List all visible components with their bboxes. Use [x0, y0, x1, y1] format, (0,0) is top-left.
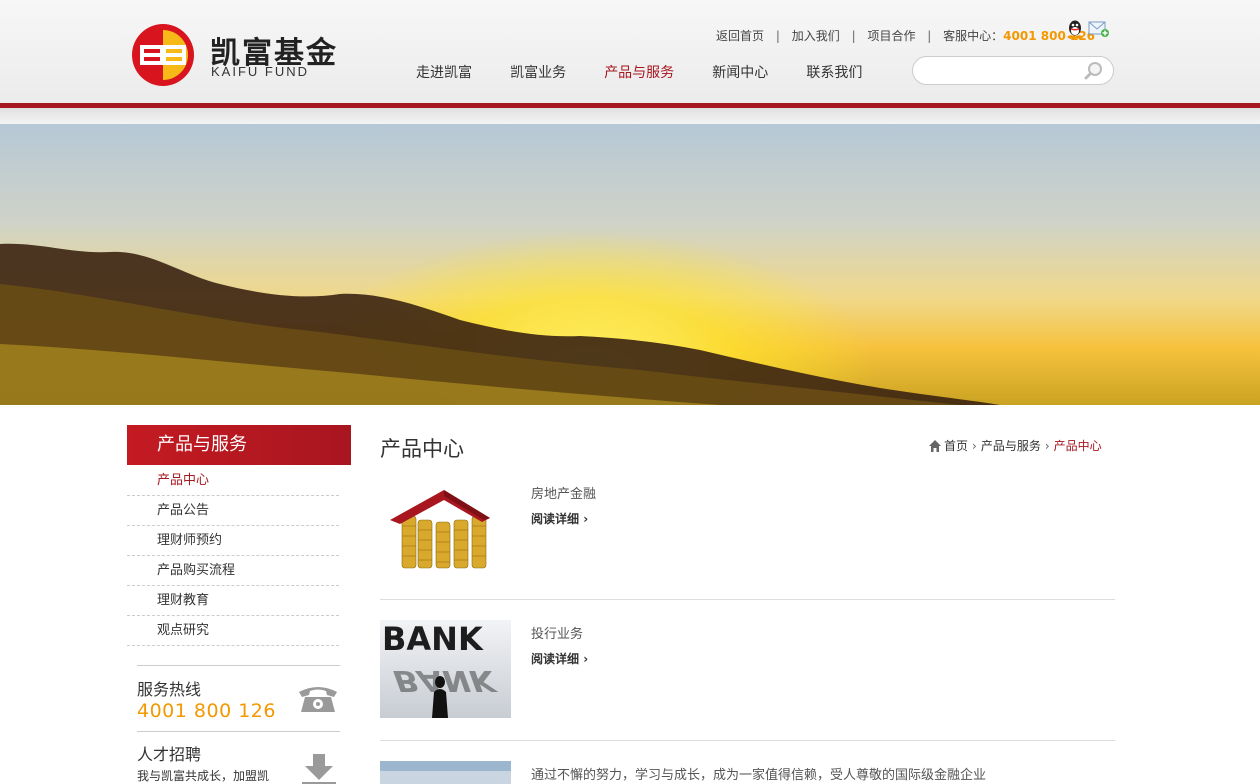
kaifu-logo-icon [132, 24, 194, 86]
nav-news[interactable]: 新闻中心 [712, 62, 768, 82]
header: 凯富基金 KAIFU FUND 返回首页 | 加入我们 | 项目合作 | 客服中… [0, 0, 1260, 124]
top-links: 返回首页 | 加入我们 | 项目合作 | 客服中心：4001 800 126 [716, 26, 1095, 44]
bank-image: BANK BANK [380, 620, 511, 718]
download-icon [302, 754, 336, 784]
brand-name-en: KAIFU FUND [211, 64, 309, 79]
header-shadow [0, 108, 1260, 124]
nav-about[interactable]: 走进凯富 [416, 62, 472, 82]
service-hotline-label: 服务热线 [137, 680, 202, 699]
telephone-icon [299, 687, 337, 712]
breadcrumb-current: 产品中心 [1053, 438, 1102, 453]
recruitment-label: 人才招聘 [137, 745, 202, 764]
coin-house-image [380, 480, 511, 578]
recruitment[interactable]: 人才招聘 我与凯富共成长，加盟凯 [137, 731, 340, 784]
separator: | [775, 28, 780, 43]
sidebar-item-research[interactable]: 观点研究 [127, 616, 339, 646]
logo[interactable]: 凯富基金 KAIFU FUND [130, 22, 345, 90]
divider [380, 740, 1115, 741]
list-item: 房地产金融 阅读详细 › [380, 480, 1115, 578]
sidebar-title: 产品与服务 [127, 425, 351, 465]
link-partner[interactable]: 项目合作 [867, 27, 915, 45]
home-icon [929, 439, 941, 452]
page-title: 产品中心 [380, 437, 464, 461]
product-name[interactable]: 房地产金融 [531, 483, 596, 502]
product-description[interactable]: 通过不懈的努力，学习与成长，成为一家值得信赖，受人尊敬的国际级金融企业 [531, 764, 986, 783]
read-more-link[interactable]: 阅读详细 › [531, 650, 588, 667]
breadcrumb-home[interactable]: 首页 [944, 438, 968, 454]
link-join[interactable]: 加入我们 [792, 27, 840, 45]
nav-products[interactable]: 产品与服务 [604, 62, 674, 82]
list-item: 通过不懈的努力，学习与成长，成为一家值得信赖，受人尊敬的国际级金融企业 [380, 761, 1115, 784]
sky-image [380, 761, 511, 784]
read-more-link[interactable]: 阅读详细 › [531, 510, 588, 527]
sidebar-menu: 产品中心 产品公告 理财师预约 产品购买流程 理财教育 观点研究 [127, 466, 339, 646]
product-thumbnail-house[interactable] [380, 480, 511, 578]
product-thumbnail-sky[interactable] [380, 761, 511, 784]
nav-business[interactable]: 凯富业务 [510, 62, 566, 82]
service-hotline-number: 4001 800 126 [137, 700, 276, 722]
service-hotline: 服务热线 4001 800 126 [137, 665, 340, 731]
breadcrumb-separator: › [972, 438, 977, 453]
breadcrumb-separator: › [1044, 438, 1050, 453]
breadcrumb: 首页 › 产品与服务 › 产品中心 [928, 437, 1118, 453]
sidebar-item-product-center[interactable]: 产品中心 [127, 466, 339, 496]
bank-text: BANK [382, 620, 484, 658]
qq-icon[interactable] [1066, 19, 1084, 39]
sunrise-landscape-image [0, 243, 1000, 405]
breadcrumb-products[interactable]: 产品与服务 [981, 438, 1041, 454]
list-item: BANK BANK 投行业务 阅读详细 › [380, 620, 1115, 718]
separator: | [851, 28, 856, 43]
sidebar-item-purchase-flow[interactable]: 产品购买流程 [127, 556, 339, 586]
read-more-label: 阅读详细 [531, 512, 580, 526]
nav-contact[interactable]: 联系我们 [806, 62, 862, 82]
mail-icon[interactable] [1088, 20, 1110, 38]
sidebar-item-advisor-booking[interactable]: 理财师预约 [127, 526, 339, 556]
service-center-label: 客服中心： [943, 28, 1004, 43]
main-nav: 走进凯富 凯富业务 产品与服务 新闻中心 联系我们 [416, 62, 895, 82]
search-box [912, 56, 1114, 85]
sidebar-item-product-notice[interactable]: 产品公告 [127, 496, 339, 526]
read-more-label: 阅读详细 [531, 652, 580, 666]
separator: | [927, 28, 932, 43]
product-name[interactable]: 投行业务 [531, 623, 583, 642]
product-thumbnail-bank[interactable]: BANK BANK [380, 620, 511, 718]
search-input[interactable] [925, 61, 1085, 81]
divider [380, 599, 1115, 600]
search-icon[interactable] [1083, 60, 1105, 82]
sidebar-item-education[interactable]: 理财教育 [127, 586, 339, 616]
link-home[interactable]: 返回首页 [716, 27, 764, 45]
chevron-right-icon: › [583, 652, 589, 666]
hero-banner [0, 124, 1260, 405]
recruitment-description: 我与凯富共成长，加盟凯 [137, 769, 270, 783]
chevron-right-icon: › [583, 512, 589, 526]
